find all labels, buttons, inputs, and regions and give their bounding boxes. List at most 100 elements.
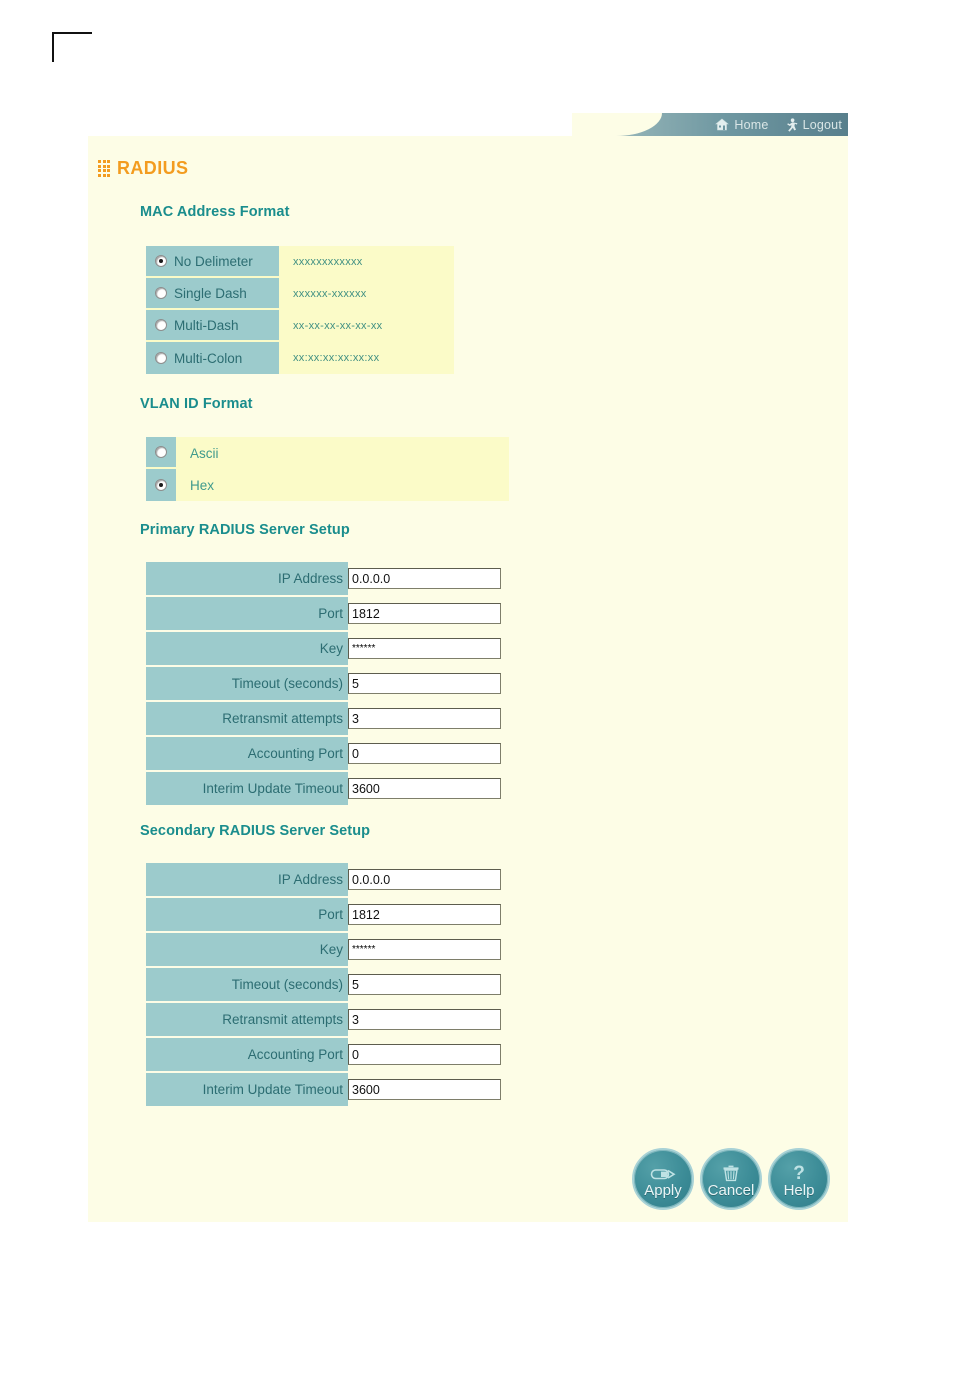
label-key: Key [146,933,348,966]
radio-hex[interactable] [155,479,167,491]
input-primary-key[interactable]: ****** [348,638,501,659]
vlan-format-option-row[interactable]: Hex [146,469,509,501]
mac-format-example-multi-colon: xx:xx:xx:xx:xx:xx [293,352,380,364]
radio-multi-dash-label: Multi-Dash [174,317,239,333]
mac-address-format-options: No Delimeter xxxxxxxxxxxx Single Dash xx… [146,246,454,374]
input-secondary-retransmit[interactable]: 3 [348,1009,501,1030]
page-title-text: RADIUS [117,158,189,178]
label-retransmit-attempts: Retransmit attempts [146,702,348,735]
input-secondary-key[interactable]: ****** [348,939,501,960]
mac-address-format-heading: MAC Address Format [140,204,290,220]
running-person-icon [785,117,798,132]
label-port: Port [146,898,348,931]
mac-format-example-single-dash: xxxxxx-xxxxxx [293,288,367,300]
radio-hex-label: Hex [190,477,215,493]
form-row-port: Port 1812 [146,897,501,932]
mac-format-label-cell[interactable]: Multi-Dash [146,310,279,342]
label-interim-update-timeout: Interim Update Timeout [146,1073,348,1106]
radio-multi-colon-label: Multi-Colon [174,350,243,366]
input-secondary-port[interactable]: 1812 [348,904,501,925]
form-row-timeout: Timeout (seconds) 5 [146,666,501,701]
label-interim-update-timeout: Interim Update Timeout [146,772,348,805]
vlan-id-format-heading: VLAN ID Format [140,396,253,412]
form-row-retransmit: Retransmit attempts 3 [146,1002,501,1037]
form-row-retransmit: Retransmit attempts 3 [146,701,501,736]
label-port: Port [146,597,348,630]
input-primary-port[interactable]: 1812 [348,603,501,624]
form-row-key: Key ****** [146,932,501,967]
label-retransmit-attempts: Retransmit attempts [146,1003,348,1036]
save-disk-icon [650,1162,676,1182]
label-ip-address: IP Address [146,863,348,896]
svg-text:?: ? [793,1163,805,1182]
form-row-accounting-port: Accounting Port 0 [146,1037,501,1072]
radio-single-dash-label: Single Dash [174,285,247,301]
mac-format-option-row[interactable]: No Delimeter xxxxxxxxxxxx [146,246,454,278]
input-primary-ip-address[interactable]: 0.0.0.0 [348,568,501,589]
apply-button-label: Apply [644,1182,682,1199]
mac-format-label-cell[interactable]: Multi-Colon [146,342,279,374]
radio-ascii[interactable] [155,446,167,458]
radio-multi-colon[interactable] [155,352,167,364]
crop-mark-horizontal [52,32,92,34]
primary-radius-server-form: IP Address 0.0.0.0 Port 1812 Key ****** … [146,561,501,806]
house-icon [715,118,730,131]
input-secondary-interim-update[interactable]: 3600 [348,1079,501,1100]
label-ip-address: IP Address [146,562,348,595]
primary-radius-server-heading: Primary RADIUS Server Setup [140,522,350,538]
form-row-timeout: Timeout (seconds) 5 [146,967,501,1002]
radio-multi-dash[interactable] [155,319,167,331]
vlan-radio-cell[interactable] [146,437,176,469]
vlan-id-format-options: Ascii Hex [146,437,509,501]
mac-format-example-no-delimeter: xxxxxxxxxxxx [293,256,363,268]
question-mark-icon: ? [790,1162,808,1182]
trash-can-icon [721,1162,741,1182]
secondary-radius-server-heading: Secondary RADIUS Server Setup [140,823,371,839]
crop-mark-vertical [52,32,54,62]
help-button[interactable]: ? Help [768,1148,830,1210]
mac-format-label-cell[interactable]: Single Dash [146,278,279,310]
action-buttons: Apply Cancel ? Help [632,1148,830,1210]
apply-button[interactable]: Apply [632,1148,694,1210]
input-secondary-ip-address[interactable]: 0.0.0.0 [348,869,501,890]
mac-format-label-cell[interactable]: No Delimeter [146,246,279,278]
help-button-label: Help [783,1182,815,1199]
input-primary-timeout[interactable]: 5 [348,673,501,694]
input-primary-retransmit[interactable]: 3 [348,708,501,729]
vlan-format-option-row[interactable]: Ascii [146,437,509,469]
radio-ascii-label: Ascii [190,445,219,461]
form-row-ip-address: IP Address 0.0.0.0 [146,561,501,596]
input-secondary-accounting-port[interactable]: 0 [348,1044,501,1065]
form-row-accounting-port: Accounting Port 0 [146,736,501,771]
form-row-port: Port 1812 [146,596,501,631]
vlan-radio-cell[interactable] [146,469,176,501]
secondary-radius-server-form: IP Address 0.0.0.0 Port 1812 Key ****** … [146,862,501,1107]
home-link-label: Home [734,117,769,132]
crop-registration-mark [52,32,92,62]
input-primary-interim-update[interactable]: 3600 [348,778,501,799]
top-navigation-bar: Home Logout [88,113,848,136]
label-accounting-port: Accounting Port [146,1038,348,1071]
form-row-interim-update: Interim Update Timeout 3600 [146,771,501,806]
mac-format-option-row[interactable]: Multi-Colon xx:xx:xx:xx:xx:xx [146,342,454,374]
label-timeout-seconds: Timeout (seconds) [146,667,348,700]
label-accounting-port: Accounting Port [146,737,348,770]
cancel-button-label: Cancel [707,1182,755,1199]
cancel-button[interactable]: Cancel [700,1148,762,1210]
input-primary-accounting-port[interactable]: 0 [348,743,501,764]
form-row-key: Key ****** [146,631,501,666]
mac-format-option-row[interactable]: Multi-Dash xx-xx-xx-xx-xx-xx [146,310,454,342]
logout-link-label: Logout [802,117,842,132]
grid-dots-icon [98,160,110,177]
page-title: RADIUS [98,158,188,179]
radio-no-delimeter-label: No Delimeter [174,253,253,269]
logout-link[interactable]: Logout [785,113,842,136]
mac-format-example-multi-dash: xx-xx-xx-xx-xx-xx [293,320,383,332]
form-row-ip-address: IP Address 0.0.0.0 [146,862,501,897]
mac-format-option-row[interactable]: Single Dash xxxxxx-xxxxxx [146,278,454,310]
radio-no-delimeter[interactable] [155,255,167,267]
home-link[interactable]: Home [715,113,768,136]
input-secondary-timeout[interactable]: 5 [348,974,501,995]
label-key: Key [146,632,348,665]
radio-single-dash[interactable] [155,287,167,299]
